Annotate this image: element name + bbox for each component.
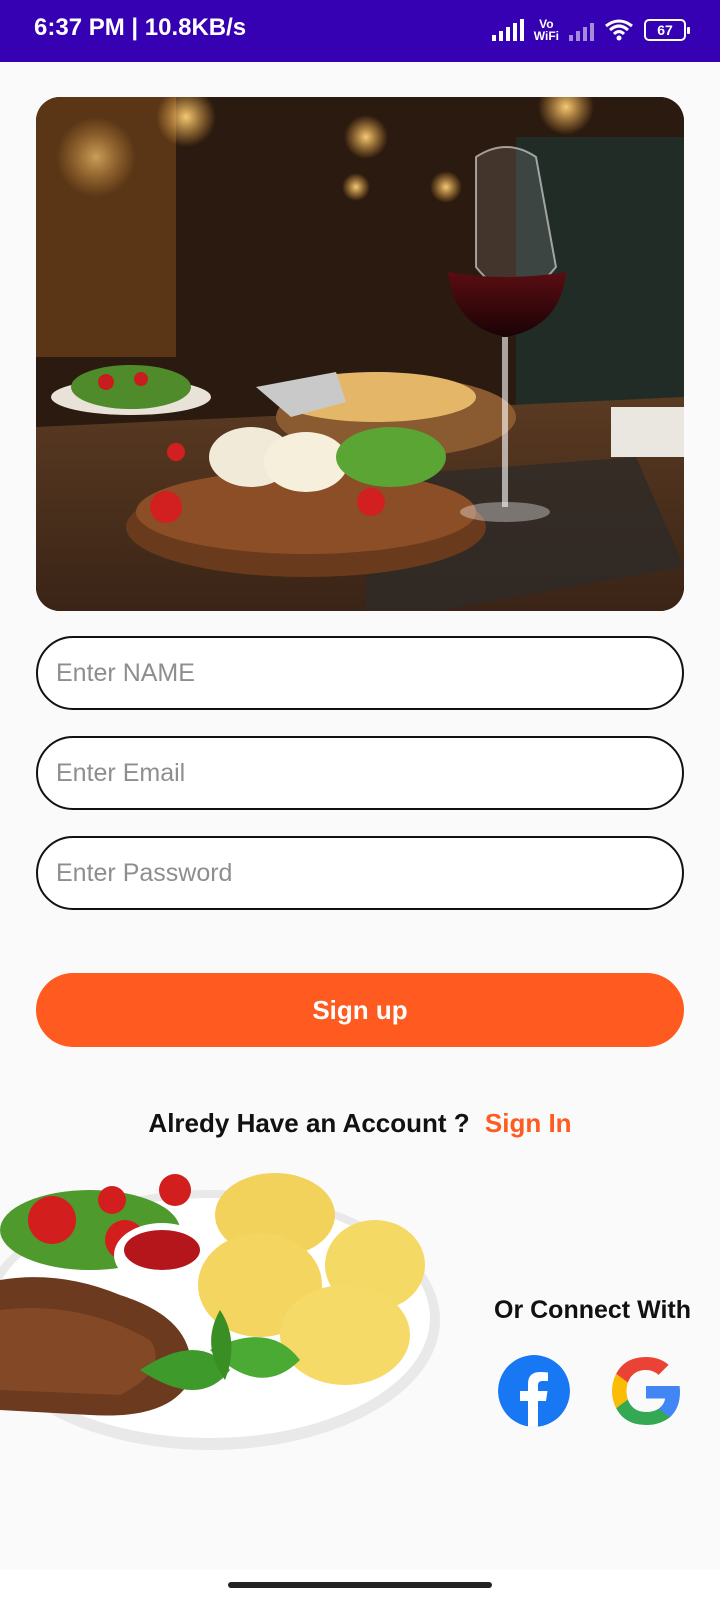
google-icon[interactable]	[610, 1355, 682, 1427]
hero-restaurant-image	[36, 97, 684, 611]
status-bar: 6:37 PM | 10.8KB/s Vo WiFi 67	[0, 0, 720, 62]
signal-icon	[491, 19, 524, 41]
email-field[interactable]	[36, 736, 684, 810]
signal-2-icon	[569, 19, 594, 41]
wifi-icon	[605, 19, 633, 41]
battery-icon: 67	[644, 19, 690, 41]
food-plate-image	[0, 1173, 440, 1450]
facebook-icon[interactable]	[498, 1355, 570, 1427]
name-field[interactable]	[36, 636, 684, 710]
email-input[interactable]	[38, 738, 682, 808]
signup-button[interactable]: Sign up	[36, 973, 684, 1047]
name-input[interactable]	[38, 638, 682, 708]
password-input[interactable]	[38, 838, 682, 908]
connect-label: Or Connect With	[494, 1296, 691, 1324]
home-indicator[interactable]	[228, 1582, 492, 1588]
status-icons: Vo WiFi 67	[491, 17, 690, 43]
password-field[interactable]	[36, 836, 684, 910]
signin-prompt: Alredy Have an Account ? Sign In	[0, 1108, 720, 1139]
signin-prompt-text: Alredy Have an Account ?	[148, 1108, 470, 1138]
vowifi-icon: Vo WiFi	[533, 17, 559, 43]
signin-link[interactable]: Sign In	[485, 1108, 572, 1138]
status-time: 6:37 PM | 10.8KB/s	[34, 14, 247, 41]
